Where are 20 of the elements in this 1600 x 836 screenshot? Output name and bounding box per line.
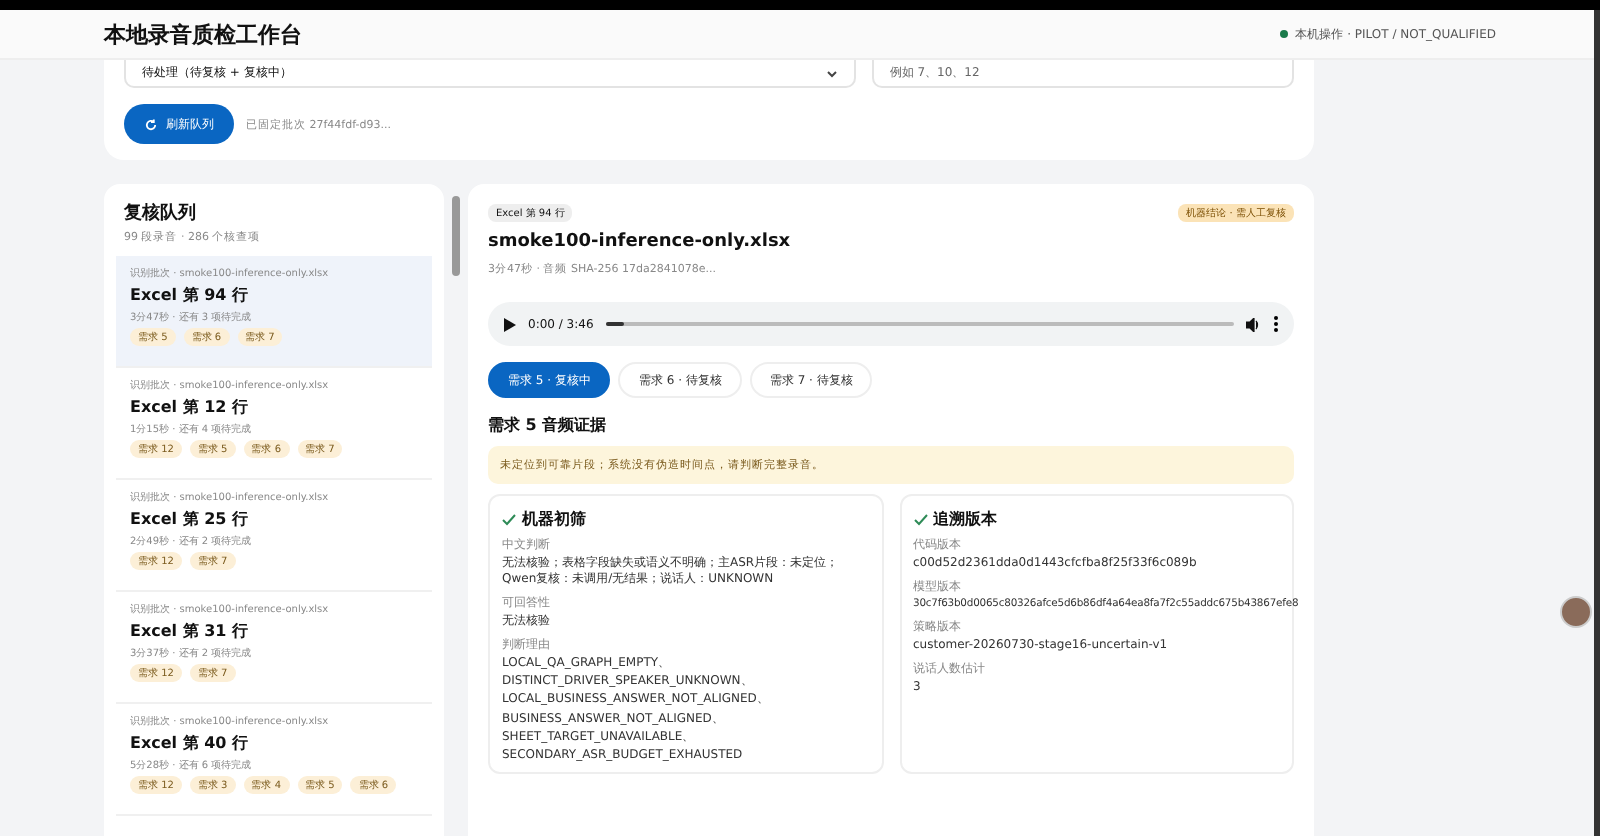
item-title: Excel 第 94 行	[130, 284, 251, 306]
item-title: Excel 第 12 行	[130, 396, 251, 418]
section-title: 需求 5 音频证据	[488, 414, 609, 436]
app-title: 本地录音质检工作台	[104, 19, 302, 49]
card-title: 追溯版本	[933, 508, 997, 530]
scrollbar-thumb[interactable]	[452, 196, 460, 276]
queue-title: 复核队列	[124, 201, 198, 226]
check-icon	[913, 513, 927, 525]
item-title: Excel 第 31 行	[130, 620, 251, 642]
check-icon	[502, 513, 516, 525]
item-title: Excel 第 40 行	[130, 732, 251, 754]
status-dot	[1279, 30, 1288, 38]
chevron-icon	[825, 69, 838, 77]
volume-icon[interactable]	[1246, 317, 1262, 331]
avatar-circle[interactable]	[1560, 596, 1592, 628]
file-name: smoke100-inference-only.xlsx	[488, 232, 793, 252]
play-icon[interactable]	[504, 317, 516, 331]
card-title: 机器初筛	[522, 508, 586, 530]
refresh-icon	[144, 117, 158, 131]
item-title: Excel 第 25 行	[130, 508, 251, 530]
